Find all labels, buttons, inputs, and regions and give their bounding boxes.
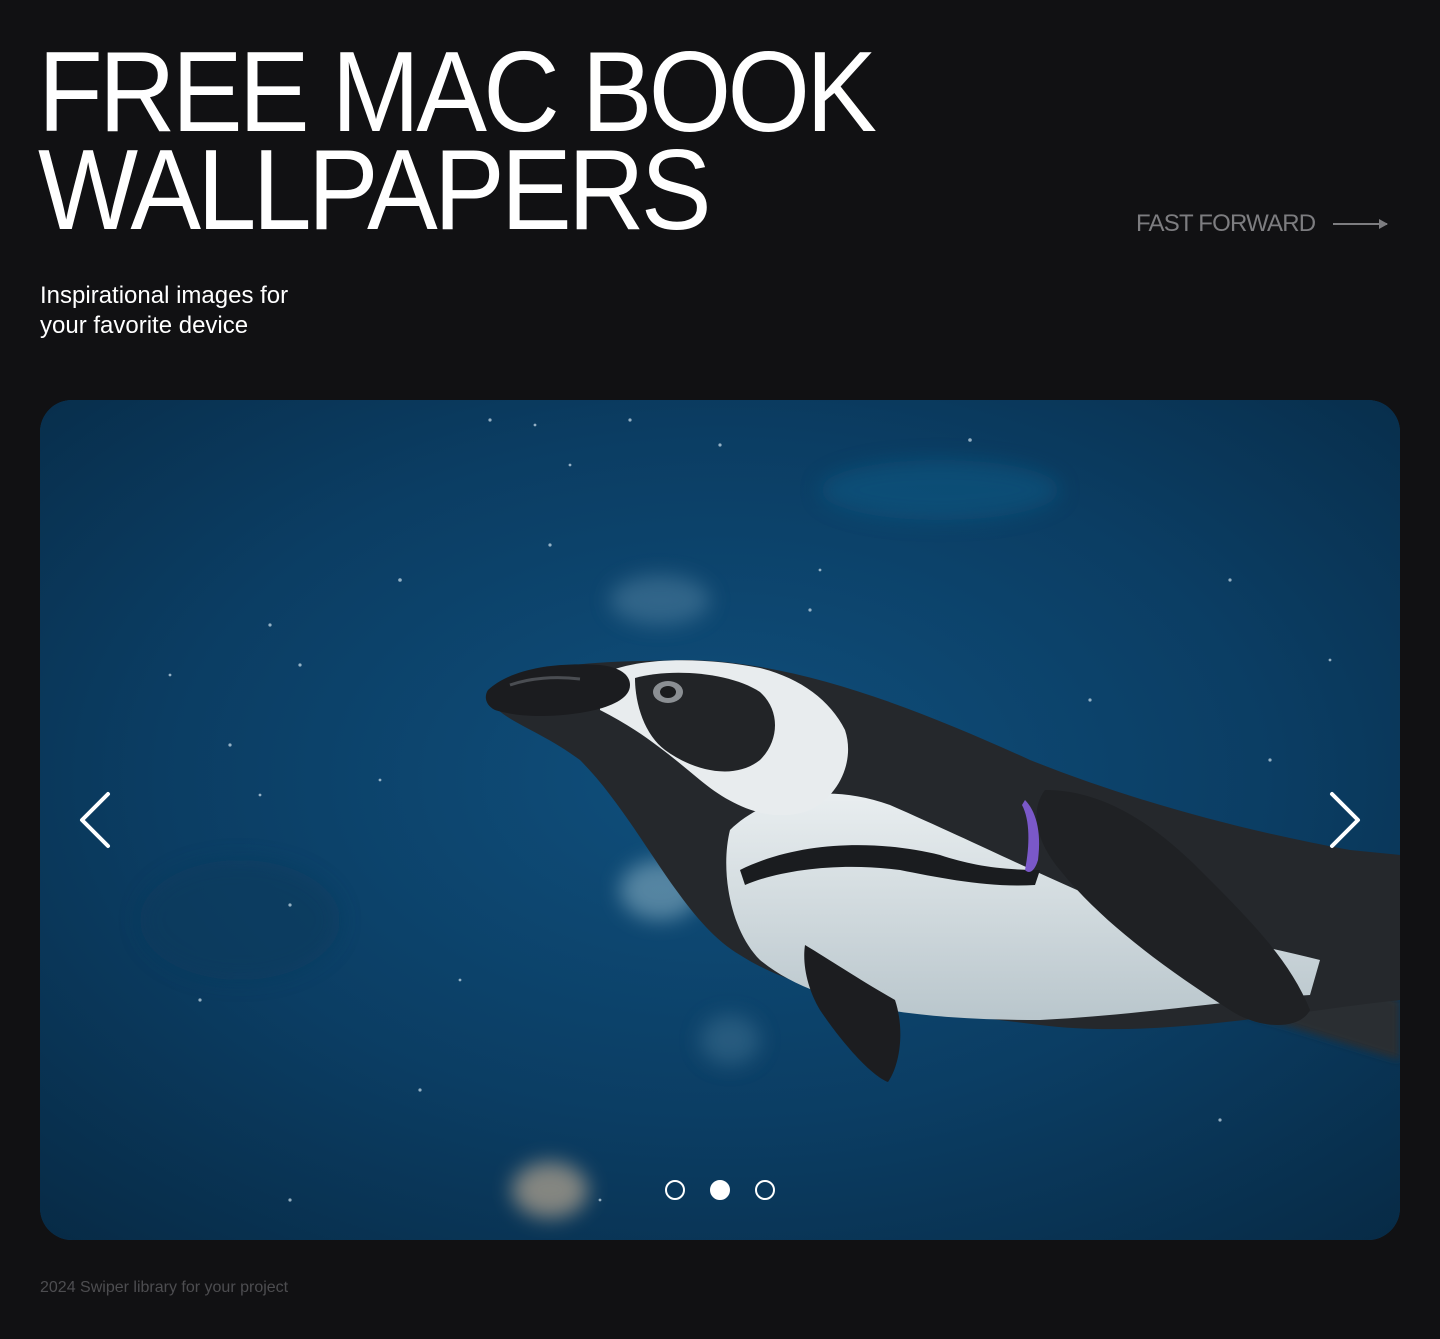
slider-pagination [665, 1180, 775, 1200]
chevron-right-icon[interactable] [1324, 790, 1364, 850]
page-title: FREE MAC BOOK WALLPAPERS [38, 36, 877, 254]
page-subtitle-line-2: your favorite device [40, 312, 249, 339]
pagination-dot-3[interactable] [755, 1180, 775, 1200]
long-arrow-right-icon [1333, 219, 1389, 229]
image-slider[interactable] [40, 400, 1400, 1240]
pagination-dot-2-active[interactable] [710, 1180, 730, 1200]
footer-note: 2024 Swiper library for your project [40, 1279, 289, 1296]
chevron-left-icon[interactable] [76, 790, 116, 850]
pagination-dot-1[interactable] [665, 1180, 685, 1200]
fast-forward-label: FAST FORWARD [1136, 210, 1316, 237]
page-subtitle-line-1: Inspirational images for [40, 282, 289, 309]
page-subtitle: Inspirational images for your favorite d… [40, 281, 400, 341]
fast-forward-link[interactable]: FAST FORWARD [1136, 210, 1391, 238]
page-title-line-2: WALLPAPERS [38, 127, 712, 254]
penguin-underwater-image [40, 400, 1400, 1240]
